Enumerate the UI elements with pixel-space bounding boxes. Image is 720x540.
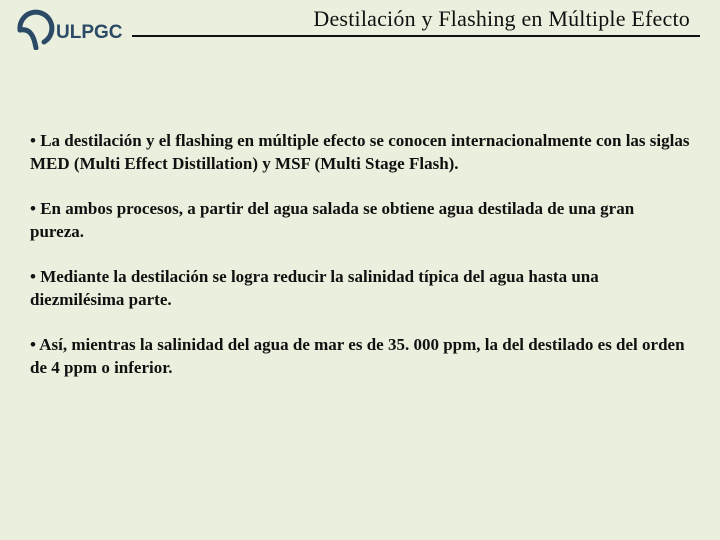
title-underline	[132, 35, 700, 37]
ulpgc-logo: ULPGC	[14, 6, 129, 55]
bullet-text: La destilación y el flashing en múltiple…	[30, 131, 689, 173]
bullet-text: Así, mientras la salinidad del agua de m…	[30, 335, 685, 377]
bullet-text: Mediante la destilación se logra reducir…	[30, 267, 599, 309]
bullet-item: • Así, mientras la salinidad del agua de…	[30, 334, 690, 380]
logo-icon: ULPGC	[14, 6, 129, 50]
bullet-item: • Mediante la destilación se logra reduc…	[30, 266, 690, 312]
slide-body: • La destilación y el flashing en múltip…	[0, 60, 720, 380]
bullet-marker: •	[30, 267, 40, 286]
bullet-item: • En ambos procesos, a partir del agua s…	[30, 198, 690, 244]
slide-header: ULPGC Destilación y Flashing en Múltiple…	[0, 0, 720, 60]
bullet-marker: •	[30, 131, 40, 150]
logo-text: ULPGC	[56, 22, 123, 43]
bullet-text: En ambos procesos, a partir del agua sal…	[30, 199, 634, 241]
bullet-item: • La destilación y el flashing en múltip…	[30, 130, 690, 176]
slide-title: Destilación y Flashing en Múltiple Efect…	[313, 6, 690, 32]
bullet-marker: •	[30, 199, 40, 218]
bullet-marker: •	[30, 335, 39, 354]
